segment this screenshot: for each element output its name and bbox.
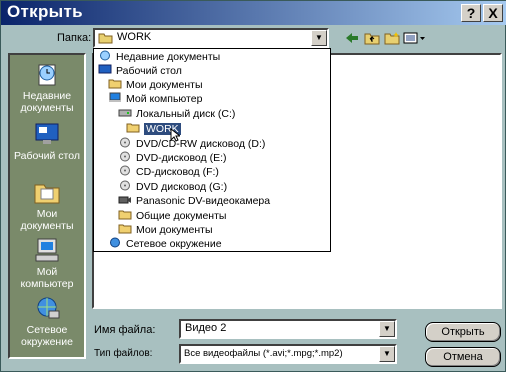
lookin-value: WORK [117, 31, 152, 43]
open-folder-icon [98, 33, 113, 44]
open-file-dialog: Открыть ? X Папка: WORK ▼ Недавние докум… [0, 0, 506, 372]
help-button[interactable]: ? [461, 4, 481, 22]
dropdown-item-network[interactable]: Сетевое окружение [108, 237, 222, 251]
dropdown-item-label: Общие документы [136, 210, 227, 222]
lookin-label: Папка: [57, 32, 92, 44]
dropdown-item-label: Рабочий стол [116, 65, 182, 77]
filename-combo[interactable]: Видео 2 ▼ [179, 319, 397, 339]
chevron-down-icon[interactable]: ▼ [379, 321, 395, 337]
new-folder-icon[interactable] [383, 31, 401, 47]
dropdown-item-my-documents-2[interactable]: Мои документы [118, 223, 213, 237]
place-recent-documents[interactable]: Недавние документы [10, 61, 84, 114]
network-icon [110, 237, 120, 248]
lookin-dropdown-list[interactable]: Недавние документы Рабочий стол Мои доку… [93, 48, 331, 252]
disc-icon [120, 180, 130, 191]
close-button[interactable]: X [483, 4, 503, 22]
chevron-down-icon[interactable]: ▼ [311, 30, 327, 46]
dropdown-item-local-disk-c[interactable]: Локальный диск (C:) [118, 107, 235, 121]
dropdown-item-my-documents[interactable]: Мои документы [108, 78, 203, 92]
my-computer-icon [35, 238, 59, 262]
place-desktop[interactable]: Рабочий стол [10, 121, 84, 162]
chevron-down-icon[interactable]: ▼ [379, 346, 395, 362]
open-folder-icon [126, 123, 140, 133]
dropdown-item-label: CD-дисковод (F:) [136, 166, 219, 178]
dropdown-item-label: Мои документы [126, 79, 203, 91]
window-title: Открыть [7, 2, 83, 21]
place-label: Мои документы [20, 208, 74, 232]
back-arrow-icon[interactable] [343, 31, 361, 47]
dropdown-item-dvd-e[interactable]: DVD-дисковод (E:) [118, 151, 227, 165]
lookin-combo[interactable]: WORK ▼ [93, 28, 329, 48]
dropdown-item-desktop[interactable]: Рабочий стол [98, 64, 182, 78]
place-label: Рабочий стол [14, 150, 80, 162]
up-folder-icon[interactable] [363, 31, 381, 47]
dropdown-item-label: Panasonic DV-видеокамера [136, 195, 271, 207]
camera-icon [118, 196, 131, 204]
desktop-icon [98, 64, 112, 74]
computer-icon [109, 92, 121, 102]
dropdown-item-label: DVD-дисковод (E:) [136, 152, 227, 164]
dropdown-item-dvd-g[interactable]: DVD дисковод (G:) [118, 180, 227, 194]
folder-icon [118, 224, 132, 234]
dropdown-item-label: Недавние документы [116, 51, 221, 63]
dropdown-item-label: Мои документы [136, 224, 213, 236]
place-label: Мой компьютер [20, 266, 74, 290]
dropdown-item-work[interactable]: WORK [126, 122, 182, 142]
hard-drive-icon [118, 109, 132, 117]
disc-icon [120, 165, 130, 176]
dropdown-item-label: DVD/CD-RW дисковод (D:) [136, 138, 266, 150]
dropdown-item-label: DVD дисковод (G:) [136, 181, 228, 193]
filetype-label: Тип файлов: [94, 348, 153, 359]
network-icon [37, 297, 60, 319]
recent-documents-icon [100, 50, 110, 61]
disc-icon [120, 151, 130, 162]
place-my-computer[interactable]: Мой компьютер [10, 237, 84, 290]
place-label: Сетевое окружение [21, 324, 73, 348]
dropdown-item-shared-documents[interactable]: Общие документы [118, 209, 226, 223]
disc-icon [120, 137, 130, 148]
dropdown-item-panasonic-camera[interactable]: Panasonic DV-видеокамера [118, 194, 270, 208]
place-my-documents[interactable]: Мои документы [10, 179, 84, 232]
places-bar: Недавние документы Рабочий стол Мои доку… [8, 53, 86, 359]
dropdown-item-label: Мой компьютер [126, 93, 203, 105]
title-bar[interactable]: Открыть ? X [1, 1, 506, 25]
folder-icon [108, 79, 122, 89]
dropdown-item-recent[interactable]: Недавние документы [98, 50, 220, 64]
place-label: Недавние документы [20, 90, 74, 114]
filename-label: Имя файла: [94, 324, 156, 336]
my-documents-icon [34, 184, 60, 204]
desktop-icon [35, 123, 59, 144]
cancel-button[interactable]: Отмена [425, 347, 501, 367]
place-network[interactable]: Сетевое окружение [10, 295, 84, 348]
open-button[interactable]: Открыть [425, 322, 501, 342]
folder-icon [118, 210, 132, 220]
dropdown-item-label: Сетевое окружение [126, 238, 222, 250]
view-menu-icon[interactable] [403, 31, 427, 47]
dropdown-item-label: Локальный диск (C:) [136, 108, 236, 120]
filetype-value: Все видеофайлы (*.avi;*.mpg;*.mp2) [184, 348, 343, 359]
dropdown-item-my-computer[interactable]: Мой компьютер [108, 92, 202, 106]
dropdown-item-cd-f[interactable]: CD-дисковод (F:) [118, 165, 219, 179]
recent-documents-icon [38, 64, 56, 86]
dropdown-item-dvd-d[interactable]: DVD/CD-RW дисковод (D:) [118, 137, 265, 151]
filename-value: Видео 2 [185, 322, 227, 334]
filetype-combo[interactable]: Все видеофайлы (*.avi;*.mpg;*.mp2) ▼ [179, 344, 397, 364]
